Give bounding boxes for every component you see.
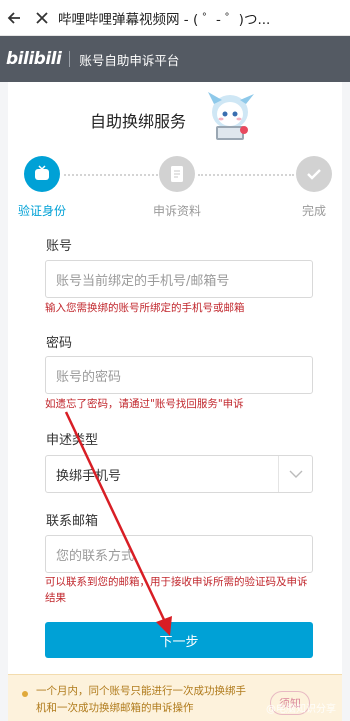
account-hint: 输入您需换绑的账号所绑定的手机号或邮箱 <box>45 302 245 314</box>
step-2-circle <box>159 156 195 192</box>
appeal-type-label: 申述类型 <box>46 433 99 448</box>
bilibili-logo[interactable]: bilibili <box>6 49 62 69</box>
step-connector-2 <box>198 174 294 176</box>
step-2-label: 申诉资料 <box>153 204 202 218</box>
next-button[interactable]: 下一步 <box>45 622 313 658</box>
watermark-text: @电脑知识分享 <box>266 704 336 715</box>
password-placeholder: 账号的密码 <box>56 369 122 385</box>
appeal-type-value: 换绑手机号 <box>56 468 122 484</box>
account-input[interactable]: 账号当前绑定的手机号/邮箱号 <box>45 260 313 298</box>
password-input[interactable]: 账号的密码 <box>45 356 313 394</box>
tv-icon <box>35 165 49 180</box>
email-hint: 可以联系到您的邮箱，用于接收申诉所需的验证码及申诉结果 <box>45 576 308 604</box>
step-1-label: 验证身份 <box>18 204 67 218</box>
back-button[interactable] <box>0 0 28 36</box>
account-placeholder: 账号当前绑定的手机号/邮箱号 <box>56 273 230 289</box>
notice-bullet <box>22 691 28 697</box>
appeal-card: 自助换绑服务 验证身份 申诉资料 完成 账号 账号当前绑定的手机号/邮箱号 输入… <box>8 82 342 721</box>
back-arrow-icon <box>7 11 20 24</box>
close-button[interactable] <box>28 0 56 36</box>
password-hint: 如遗忘了密码，请通过"账号找回服务"申诉 <box>45 398 244 410</box>
step-3-circle <box>296 156 332 192</box>
appeal-type-select[interactable]: 换绑手机号 <box>45 455 313 493</box>
browser-page-title: 哔哩哔哩弹幕视频网 - ( ゜- ゜)つ... <box>58 11 271 28</box>
chevron-down-icon[interactable] <box>278 456 312 492</box>
email-placeholder: 您的联系方式 <box>56 548 135 564</box>
email-input[interactable]: 您的联系方式 <box>45 535 313 573</box>
notice-text: 一个月内，同个账号只能进行一次成功换绑手机和一次成功换绑邮箱的申诉操作 <box>36 685 246 714</box>
step-1-circle <box>24 156 60 192</box>
browser-toolbar: 哔哩哔哩弹幕视频网 - ( ゜- ゜)つ... <box>0 0 350 36</box>
password-label: 密码 <box>46 336 73 351</box>
document-icon <box>171 166 183 182</box>
close-icon <box>36 11 48 24</box>
header-divider <box>69 51 71 67</box>
email-label: 联系邮箱 <box>46 514 99 529</box>
step-3-label: 完成 <box>302 204 327 218</box>
header-title: 账号自助申诉平台 <box>79 52 180 68</box>
mascot-illustration <box>208 92 254 140</box>
site-header: bilibili 账号自助申诉平台 <box>0 36 350 82</box>
checkmark-icon <box>307 169 321 180</box>
step-connector-1 <box>64 174 158 176</box>
account-label: 账号 <box>46 239 73 254</box>
